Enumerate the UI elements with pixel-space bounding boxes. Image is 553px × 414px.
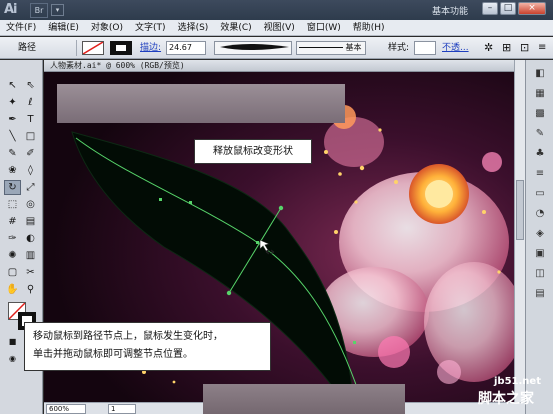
brushes-panel-icon[interactable]: ✎ <box>532 126 548 141</box>
tutorial-callout: 移动鼠标到路径节点上，鼠标发生变化时， 单击并拖动鼠标即可调整节点位置。 <box>24 322 271 371</box>
workspace-switcher[interactable]: 基本功能 <box>432 4 468 17</box>
watermark-domain: jb51.net <box>494 376 541 387</box>
width-handle-point[interactable] <box>226 290 232 296</box>
appearance-panel-icon[interactable]: ◈ <box>532 226 548 241</box>
maximize-button[interactable]: □ <box>500 2 516 15</box>
swatches-panel-icon[interactable]: ▩ <box>532 106 548 121</box>
panel-dock: ◧ ▦ ▩ ✎ ♣ ≡ ▭ ◔ ◈ ▣ ◫ ▤ <box>525 60 553 414</box>
hand-tool-icon[interactable]: ✋ <box>4 282 21 297</box>
callout-line: 移动鼠标到路径节点上，鼠标发生变化时， <box>33 331 223 342</box>
type-tool-icon[interactable]: T <box>22 112 39 127</box>
direct-selection-tool-icon[interactable]: ⇖ <box>22 78 39 93</box>
color-guide-icon[interactable]: ▦ <box>532 86 548 101</box>
anchor-point[interactable] <box>256 241 259 244</box>
close-button[interactable]: × <box>518 2 546 15</box>
panel-menu-icon[interactable]: ≡ <box>538 41 546 55</box>
lasso-tool-icon[interactable]: ℓ <box>22 95 39 110</box>
stroke-swatch-inner <box>116 45 126 51</box>
transform-icon[interactable]: ⊡ <box>520 41 529 55</box>
align-icon[interactable]: ⊞ <box>502 41 511 55</box>
eyedropper-tool-icon[interactable]: ✑ <box>4 231 21 246</box>
draw-mode-icon[interactable]: ◉ <box>4 351 21 366</box>
width-handle-point[interactable] <box>278 205 284 211</box>
layers-panel-icon[interactable]: ◫ <box>532 266 548 281</box>
menu-object[interactable]: 对象(O) <box>85 20 129 35</box>
color-mode-icon[interactable]: ■ <box>4 334 21 349</box>
vertical-scrollbar[interactable] <box>514 60 525 402</box>
scrollbar-thumb[interactable] <box>516 180 524 240</box>
column-graph-tool-icon[interactable]: ▥ <box>22 248 39 263</box>
tutorial-callout: 释放鼠标改变形状 <box>194 139 312 164</box>
stroke-panel-icon[interactable]: ≡ <box>532 166 548 181</box>
fill-swatch[interactable] <box>82 41 104 55</box>
menu-bar: 文件(F) 编辑(E) 对象(O) 文字(T) 选择(S) 效果(C) 视图(V… <box>0 20 553 36</box>
selection-type-label: 路径 <box>18 43 37 53</box>
opacity-link[interactable]: 不透... <box>442 41 469 55</box>
menu-view[interactable]: 视图(V) <box>258 20 301 35</box>
pencil-tool-icon[interactable]: ✐ <box>22 146 39 161</box>
brush-label: 基本 <box>345 43 362 52</box>
stroke-weight-field[interactable]: 24.67 <box>166 41 206 55</box>
redaction-block <box>203 384 405 414</box>
anchor-point[interactable] <box>159 198 162 201</box>
zoom-level-field[interactable]: 600% <box>46 404 86 414</box>
paintbrush-tool-icon[interactable]: ✎ <box>4 146 21 161</box>
divider <box>76 40 77 56</box>
anchor-point[interactable] <box>353 341 356 344</box>
width-tool-icon[interactable]: ↻ <box>4 180 21 195</box>
application-bar: Ai Br ▾ 基本功能 – □ × 文件(F) 编辑(E) 对象(O) 文字(… <box>0 0 553 36</box>
transparency-panel-icon[interactable]: ◔ <box>532 206 548 221</box>
magic-wand-tool-icon[interactable]: ✦ <box>4 95 21 110</box>
gradient-panel-icon[interactable]: ▭ <box>532 186 548 201</box>
selection-tool-icon[interactable]: ↖ <box>4 78 21 93</box>
no-fill-icon <box>82 41 104 55</box>
app-logo: Ai <box>4 2 18 17</box>
style-label: 样式: <box>388 43 410 53</box>
artboards-panel-icon[interactable]: ▤ <box>532 286 548 301</box>
eraser-tool-icon[interactable]: ◊ <box>22 163 39 178</box>
artboard-tool-icon[interactable]: ▢ <box>4 265 21 280</box>
slice-tool-icon[interactable]: ✂ <box>22 265 39 280</box>
recolor-icon[interactable]: ✲ <box>484 41 493 55</box>
artboard-number-field[interactable]: 1 <box>108 404 136 414</box>
brush-stroke-preview <box>299 47 343 48</box>
graphic-style-picker[interactable] <box>414 41 436 55</box>
anchor-point[interactable] <box>189 201 192 204</box>
pen-tool-icon[interactable]: ✒ <box>4 112 21 127</box>
gradient-tool-icon[interactable]: ▤ <box>22 214 39 229</box>
menu-window[interactable]: 窗口(W) <box>301 20 347 35</box>
menu-help[interactable]: 帮助(H) <box>347 20 391 35</box>
brush-definition[interactable]: 基本 <box>296 41 366 55</box>
blend-tool-icon[interactable]: ◐ <box>22 231 39 246</box>
watermark-name: 脚本之家 <box>478 391 534 407</box>
width-profile-preview <box>220 44 289 50</box>
menu-type[interactable]: 文字(T) <box>129 20 172 35</box>
line-tool-icon[interactable]: ╲ <box>4 129 21 144</box>
blob-brush-tool-icon[interactable]: ❀ <box>4 163 21 178</box>
variable-width-profile[interactable] <box>214 41 292 55</box>
document-tab[interactable]: 人物素材.ai* @ 600% (RGB/预览) <box>44 60 514 72</box>
symbol-sprayer-tool-icon[interactable]: ✺ <box>4 248 21 263</box>
menu-effect[interactable]: 效果(C) <box>214 20 257 35</box>
menu-select[interactable]: 选择(S) <box>172 20 215 35</box>
callout-line: 单击并拖动鼠标即可调整节点位置。 <box>33 349 193 360</box>
arrange-documents-icon[interactable]: ▾ <box>51 4 64 16</box>
scale-tool-icon[interactable]: ⤢ <box>22 180 39 195</box>
bridge-button[interactable]: Br <box>30 3 48 18</box>
control-panel: 路径 描边: 24.67 基本 样式: 不透... ✲ ⊞ ⊡ ≡ <box>0 37 553 59</box>
symbols-panel-icon[interactable]: ♣ <box>532 146 548 161</box>
zoom-tool-icon[interactable]: ⚲ <box>22 282 39 297</box>
shape-builder-tool-icon[interactable]: ◎ <box>22 197 39 212</box>
free-transform-tool-icon[interactable]: ⬚ <box>4 197 21 212</box>
redaction-block <box>57 84 345 123</box>
graphic-styles-panel-icon[interactable]: ▣ <box>532 246 548 261</box>
menu-file[interactable]: 文件(F) <box>0 20 42 35</box>
stroke-swatch[interactable] <box>110 41 132 55</box>
menu-edit[interactable]: 编辑(E) <box>42 20 85 35</box>
mesh-tool-icon[interactable]: # <box>4 214 21 229</box>
rectangle-tool-icon[interactable]: □ <box>22 129 39 144</box>
stroke-panel-link[interactable]: 描边: <box>140 41 161 55</box>
color-panel-icon[interactable]: ◧ <box>532 66 548 81</box>
minimize-button[interactable]: – <box>482 2 498 15</box>
